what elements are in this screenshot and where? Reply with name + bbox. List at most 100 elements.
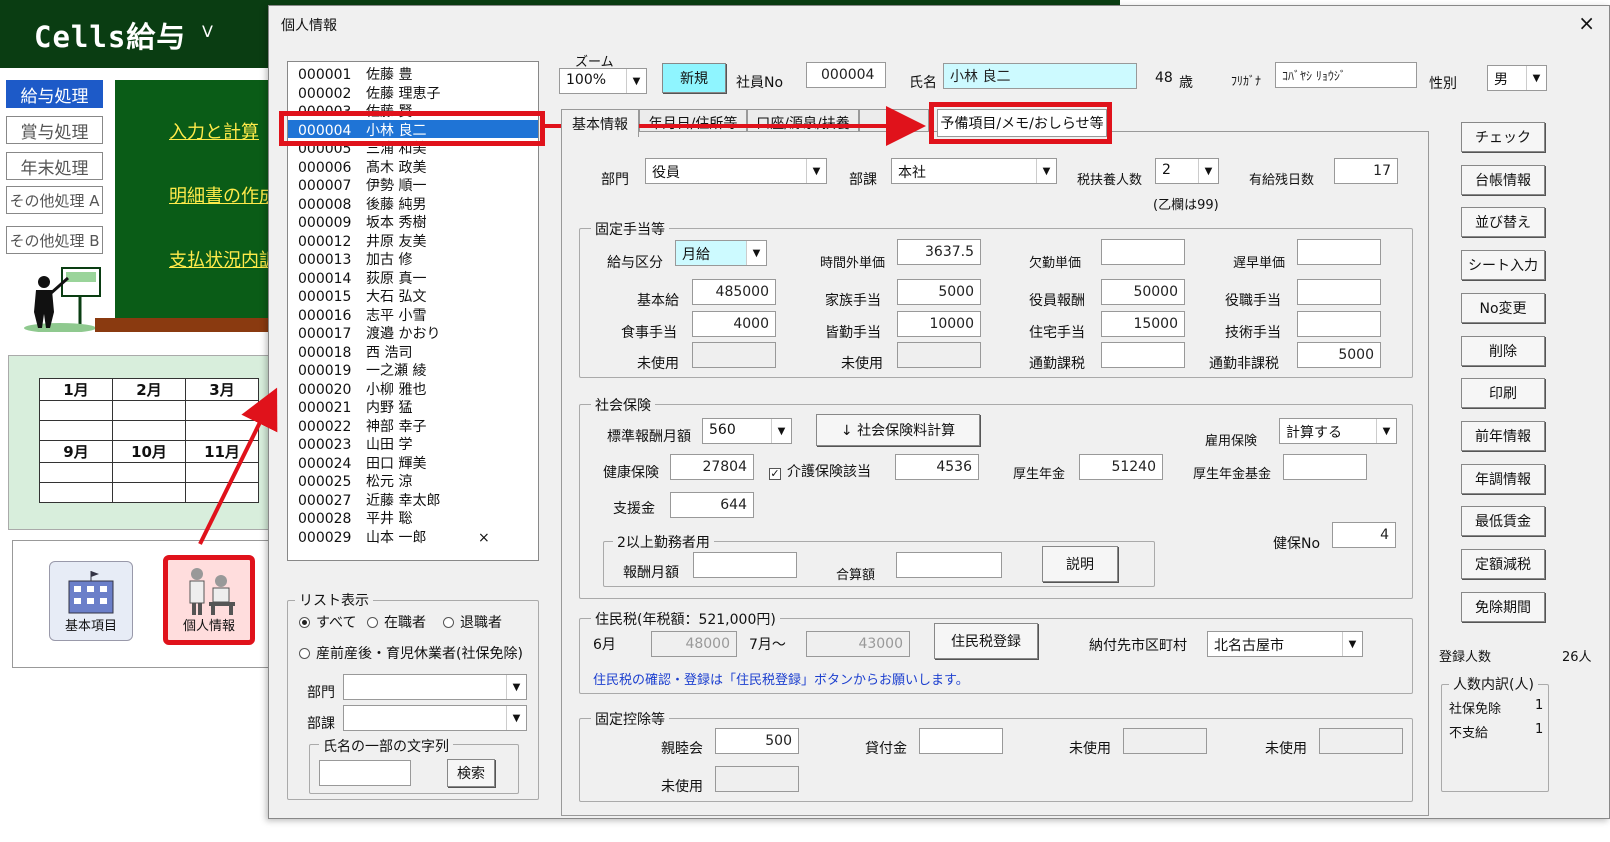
side-button[interactable]: 年調情報 — [1461, 463, 1545, 494]
employee-row[interactable]: 000017 渡邉 かおり — [298, 323, 538, 342]
side-button[interactable]: 並び替え — [1461, 207, 1545, 238]
dept-select[interactable]: 役員 ▼ — [645, 158, 827, 184]
ot-rate-input[interactable] — [897, 239, 981, 265]
side-button[interactable]: No変更 — [1461, 292, 1545, 323]
name-input[interactable] — [943, 63, 1137, 89]
employee-row[interactable]: 000013 加古 修 — [298, 249, 538, 268]
menu-other-b[interactable]: その他処理 B — [6, 226, 103, 254]
new-button[interactable]: 新規 — [662, 63, 726, 93]
employee-row[interactable]: 000001 佐藤 豊 — [298, 64, 538, 83]
side-button[interactable]: チェック — [1461, 122, 1545, 152]
health-ins-input[interactable] — [670, 454, 754, 480]
menu-payroll[interactable]: 給与処理 — [6, 80, 103, 108]
side-button[interactable]: シート入力 — [1461, 250, 1545, 281]
side-button[interactable]: 定額減税 — [1461, 549, 1545, 579]
employee-row[interactable]: 000009 坂本 秀樹 — [298, 212, 538, 231]
commute-nontax-input[interactable] — [1297, 342, 1381, 368]
side-button[interactable]: 台帳情報 — [1461, 164, 1545, 195]
kenpo-no-input[interactable] — [1332, 522, 1396, 548]
menu-year-end[interactable]: 年末処理 — [6, 152, 103, 180]
late-rate-input[interactable] — [1297, 239, 1381, 265]
calc-social-button[interactable]: ↓ 社会保険料計算 — [816, 414, 980, 446]
pension-input[interactable] — [1079, 454, 1163, 480]
employee-row[interactable]: 000002 佐藤 理恵子 — [298, 83, 538, 102]
skill-allowance-input[interactable] — [1297, 311, 1381, 337]
month-cell[interactable]: 11月 — [185, 440, 259, 463]
radio-retired[interactable]: 退職者 — [443, 612, 502, 632]
paid-leave-input[interactable] — [1334, 158, 1398, 184]
side-button[interactable]: 印刷 — [1461, 378, 1545, 409]
employee-row[interactable]: 000006 髙木 政美 — [298, 157, 538, 176]
radio-leave[interactable]: 産前産後・育児休業者(社保免除) — [299, 643, 523, 663]
employee-row[interactable]: 000023 山田 学 — [298, 434, 538, 453]
basic-items-button[interactable]: 基本項目 — [49, 561, 133, 641]
resident-tax-register-button[interactable]: 住民税登録 — [934, 623, 1038, 659]
employee-row[interactable]: 000008 後藤 純男 — [298, 194, 538, 213]
filter-dept-select[interactable]: ▼ — [343, 674, 527, 700]
dependents-select[interactable]: 2 ▼ — [1155, 158, 1219, 184]
attendance-allowance-input[interactable] — [897, 311, 981, 337]
loan-input[interactable] — [919, 728, 1003, 754]
club-input[interactable] — [715, 728, 799, 754]
position-allowance-input[interactable] — [1297, 279, 1381, 305]
pension-fund-input[interactable] — [1283, 454, 1367, 480]
employee-row[interactable]: 000025 松元 涼 — [298, 471, 538, 490]
month-cell[interactable]: 10月 — [112, 440, 186, 463]
link-input-calc[interactable]: 入力と計算 — [169, 118, 259, 144]
employee-row[interactable]: 000019 一之瀬 綾 — [298, 360, 538, 379]
close-button[interactable]: × — [1578, 11, 1595, 35]
side-button[interactable]: 最低賃金 — [1461, 506, 1545, 537]
housing-allowance-input[interactable] — [1101, 311, 1185, 337]
menu-bonus[interactable]: 賞与処理 — [6, 116, 103, 144]
employment-ins-select[interactable]: 計算する ▼ — [1279, 418, 1397, 444]
search-button[interactable]: 検索 — [447, 759, 495, 787]
kana-input[interactable] — [1275, 62, 1417, 88]
gender-select[interactable]: 男 ▼ — [1487, 65, 1547, 91]
employee-row[interactable]: 000027 近藤 幸太郎 — [298, 490, 538, 509]
multi-pay-input[interactable] — [693, 552, 797, 578]
sum-input[interactable] — [896, 552, 1002, 578]
month-cell[interactable]: 9月 — [39, 440, 113, 463]
menu-other-a[interactable]: その他処理 A — [6, 186, 103, 214]
employee-row[interactable]: 000021 内野 猛 — [298, 397, 538, 416]
radio-all[interactable]: すべて — [299, 612, 356, 632]
commute-tax-input[interactable] — [1101, 342, 1185, 368]
meal-allowance-input[interactable] — [692, 311, 776, 337]
employee-row[interactable]: 000016 志平 小雪 — [298, 305, 538, 324]
director-pay-input[interactable] — [1101, 279, 1185, 305]
employee-row[interactable]: 000029 山本 一郎 × — [298, 527, 538, 546]
name-search-input[interactable] — [319, 760, 411, 786]
employee-row[interactable]: 000020 小柳 雅也 — [298, 379, 538, 398]
pay-type-select[interactable]: 月給 ▼ — [675, 240, 767, 266]
month-cell[interactable]: 3月 — [185, 378, 259, 401]
base-pay-input[interactable] — [692, 279, 776, 305]
employee-row[interactable]: 000028 平井 聡 — [298, 508, 538, 527]
std-pay-select[interactable]: 560 ▼ — [702, 418, 792, 444]
employee-row[interactable]: 000012 井原 友美 — [298, 231, 538, 250]
side-button[interactable]: 免除期間 — [1461, 591, 1545, 622]
employee-row[interactable]: 000024 田口 輝美 — [298, 453, 538, 472]
month-cell[interactable]: 1月 — [39, 378, 113, 401]
employee-row[interactable]: 000007 伊勢 順一 — [298, 175, 538, 194]
personal-info-button[interactable]: 個人情報 — [163, 555, 255, 645]
employee-row[interactable]: 000022 神部 幸子 — [298, 416, 538, 435]
section-select[interactable]: 本社 ▼ — [891, 158, 1057, 184]
family-allowance-input[interactable] — [897, 279, 981, 305]
care-ins-input[interactable] — [895, 454, 979, 480]
tab-basic[interactable]: 基本情報 — [561, 109, 639, 137]
empno-input[interactable] — [806, 62, 886, 88]
month-cell[interactable]: 2月 — [112, 378, 186, 401]
link-statement[interactable]: 明細書の作成 — [169, 182, 277, 208]
zoom-select[interactable]: 100% ▼ — [559, 68, 647, 94]
link-payment-status[interactable]: 支払状況内訳 — [169, 246, 277, 272]
city-select[interactable]: 北名古屋市 ▼ — [1207, 631, 1363, 657]
employee-row[interactable]: 000018 西 浩司 — [298, 342, 538, 361]
side-button[interactable]: 前年情報 — [1461, 420, 1545, 451]
employee-row[interactable]: 000015 大石 弘文 — [298, 286, 538, 305]
support-input[interactable] — [670, 492, 754, 518]
side-button[interactable]: 削除 — [1461, 335, 1545, 366]
employee-row[interactable]: 000014 荻原 真一 — [298, 268, 538, 287]
radio-active[interactable]: 在職者 — [367, 612, 426, 632]
filter-section-select[interactable]: ▼ — [343, 705, 527, 731]
absence-rate-input[interactable] — [1101, 239, 1185, 265]
